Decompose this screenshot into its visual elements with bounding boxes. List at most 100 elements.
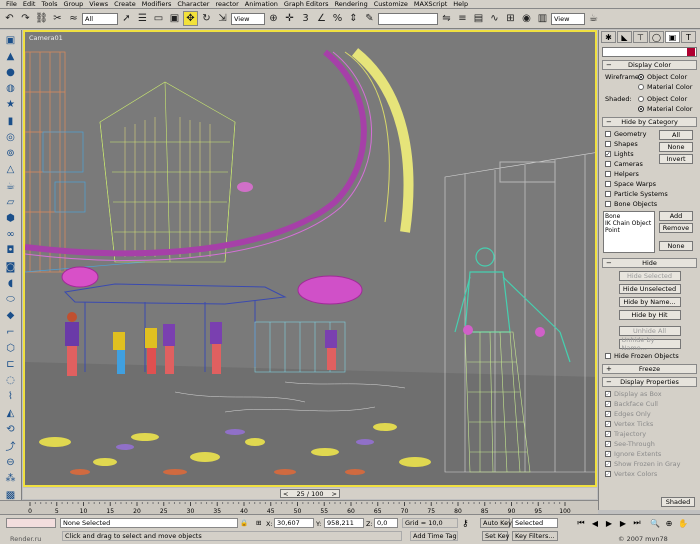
modify-tab-icon[interactable]: ◣ [617, 31, 632, 43]
display-tab-icon[interactable]: ▣ [665, 31, 680, 43]
rectangular-selection-icon[interactable]: ▭ [151, 11, 166, 26]
curve-editor-icon[interactable]: ∿ [487, 11, 502, 26]
display-property-checkbox[interactable]: ✓ [605, 461, 611, 468]
percent-snap-icon[interactable]: % [330, 11, 345, 26]
category-none-button[interactable]: None [659, 142, 693, 152]
display-property-checkbox[interactable]: ✓ [605, 431, 611, 438]
wireframe-material-color-radio[interactable] [638, 84, 644, 90]
create-chamfer-cyl-icon[interactable]: ◙ [3, 260, 19, 274]
set-key-button[interactable]: Set Key [482, 531, 510, 541]
create-torus-icon[interactable]: ⊚ [3, 147, 19, 161]
mirror-icon[interactable]: ⇋ [439, 11, 454, 26]
select-and-move-icon[interactable]: ✥ [183, 11, 198, 26]
named-selection-sets-icon[interactable]: ✎ [362, 11, 377, 26]
create-prism-icon[interactable]: ◭ [3, 406, 19, 420]
pivot-center-icon[interactable]: ⊕ [266, 11, 281, 26]
reference-coordinate-dropdown[interactable]: View [231, 12, 265, 25]
create-scatter-icon[interactable]: ⁂ [3, 472, 19, 486]
slider-prev-icon[interactable]: < [283, 490, 288, 498]
y-coordinate-field[interactable]: 958,211 [324, 518, 364, 528]
quick-render-icon[interactable]: ☕ [586, 11, 601, 26]
object-color-swatch[interactable] [687, 48, 695, 56]
rollout-display-color[interactable]: − Display Color [602, 60, 697, 70]
manipulate-icon[interactable]: ✛ [282, 11, 297, 26]
create-loft-icon[interactable]: ⤴ [3, 438, 19, 453]
display-property-checkbox[interactable]: ✓ [605, 451, 611, 458]
category-checkbox[interactable]: ✓ [605, 151, 611, 158]
create-teapot-icon[interactable]: ☕ [3, 179, 19, 193]
viewport-label[interactable]: Camera01 [29, 34, 63, 42]
create-plane-icon[interactable]: ▱ [3, 195, 19, 209]
undo-icon[interactable]: ↶ [2, 11, 17, 26]
category-invert-button[interactable]: Invert [659, 154, 693, 164]
rollout-display-properties[interactable]: − Display Properties [602, 377, 697, 387]
z-coordinate-field[interactable]: 0,0 [374, 518, 398, 528]
spinner-snap-icon[interactable]: ⇕ [346, 11, 361, 26]
menu-item[interactable]: Tools [41, 0, 57, 8]
category-checkbox[interactable] [605, 161, 611, 167]
list-none-button[interactable]: None [659, 241, 693, 251]
track-bar[interactable]: 0 5 10 15 20 25 30 35 40 45 50 55 60 65 70 75 80 85 90 95 10… [0, 500, 598, 515]
render-scene-icon[interactable]: ▥ [535, 11, 550, 26]
create-spindle-icon[interactable]: ◆ [3, 309, 19, 323]
rollout-freeze[interactable]: + Freeze [602, 364, 697, 374]
list-item[interactable]: Point [605, 227, 653, 234]
play-icon[interactable]: ▶ [603, 517, 615, 529]
create-geosphere-icon[interactable]: ◍ [3, 82, 19, 96]
category-list-box[interactable]: Bone IK Chain Object Point [603, 211, 655, 253]
create-lathe-icon[interactable]: ⟲ [3, 422, 19, 436]
hide-selected-button[interactable]: Hide Selected [618, 271, 681, 281]
category-checkbox[interactable] [605, 171, 611, 177]
camera-viewport[interactable]: Camera01 [23, 30, 597, 487]
selection-filter-dropdown[interactable]: All [82, 12, 118, 25]
menu-item[interactable]: Edit [23, 0, 36, 8]
menu-item[interactable]: Group [64, 0, 84, 8]
select-and-scale-icon[interactable]: ⇲ [215, 11, 230, 26]
menu-item[interactable]: Help [453, 0, 468, 8]
rollout-hide[interactable]: − Hide [602, 258, 697, 268]
menu-item[interactable]: Modifiers [142, 0, 172, 8]
display-property-checkbox[interactable]: ✓ [605, 471, 611, 478]
display-property-checkbox[interactable]: ✓ [605, 391, 611, 398]
list-remove-button[interactable]: Remove [659, 223, 693, 233]
create-l-ext-icon[interactable]: ⌐ [3, 325, 19, 339]
display-property-checkbox[interactable]: ✓ [605, 421, 611, 428]
menu-item[interactable]: reactor [215, 0, 238, 8]
create-capsule-icon[interactable]: ⬭ [3, 293, 19, 307]
menu-item[interactable]: Character [177, 0, 209, 8]
select-by-name-icon[interactable]: ☰ [135, 11, 150, 26]
slider-next-icon[interactable]: > [332, 490, 337, 498]
absolute-mode-icon[interactable]: ⊞ [256, 519, 261, 527]
create-oil-tank-icon[interactable]: ◖ [3, 276, 19, 290]
category-checkbox[interactable] [605, 191, 611, 197]
lock-selection-icon[interactable]: 🔒 [240, 519, 248, 527]
key-icon[interactable]: ⚷ [462, 519, 469, 529]
unhide-by-name-button[interactable]: Unhide by Name... [618, 336, 681, 352]
create-tube-icon[interactable]: ◎ [3, 130, 19, 144]
auto-key-button[interactable]: Auto Key [480, 518, 512, 528]
menu-item[interactable]: Views [89, 0, 108, 8]
list-add-button[interactable]: Add [659, 211, 693, 221]
schematic-view-icon[interactable]: ⊞ [503, 11, 518, 26]
create-gengon-icon[interactable]: ⬡ [3, 341, 19, 355]
hide-by-hit-button[interactable]: Hide by Hit [618, 310, 681, 320]
rollout-hide-by-category[interactable]: − Hide by Category [602, 117, 697, 127]
create-torus-knot-icon[interactable]: ∞ [3, 228, 19, 242]
select-object-icon[interactable]: ➚ [119, 11, 134, 26]
wireframe-object-color-radio[interactable] [638, 74, 644, 80]
unlink-icon[interactable]: ✂ [50, 11, 65, 26]
category-checkbox[interactable] [605, 201, 611, 207]
material-editor-icon[interactable]: ◉ [519, 11, 534, 26]
shaded-object-color-radio[interactable] [638, 96, 644, 102]
create-star-icon[interactable]: ★ [3, 98, 19, 112]
hide-by-name-button[interactable]: Hide by Name... [618, 297, 681, 307]
menu-item[interactable]: Customize [374, 0, 408, 8]
create-pyramid-icon[interactable]: △ [3, 163, 19, 177]
align-icon[interactable]: ≡ [455, 11, 470, 26]
create-sphere-icon[interactable]: ● [3, 65, 19, 79]
create-tab-icon[interactable]: ✱ [601, 31, 616, 43]
list-item[interactable]: IK Chain Object [605, 220, 653, 227]
add-time-tag-button[interactable]: Add Time Tag [410, 531, 458, 541]
shaded-button[interactable]: Shaded [661, 497, 695, 507]
window-crossing-icon[interactable]: ▣ [167, 11, 182, 26]
